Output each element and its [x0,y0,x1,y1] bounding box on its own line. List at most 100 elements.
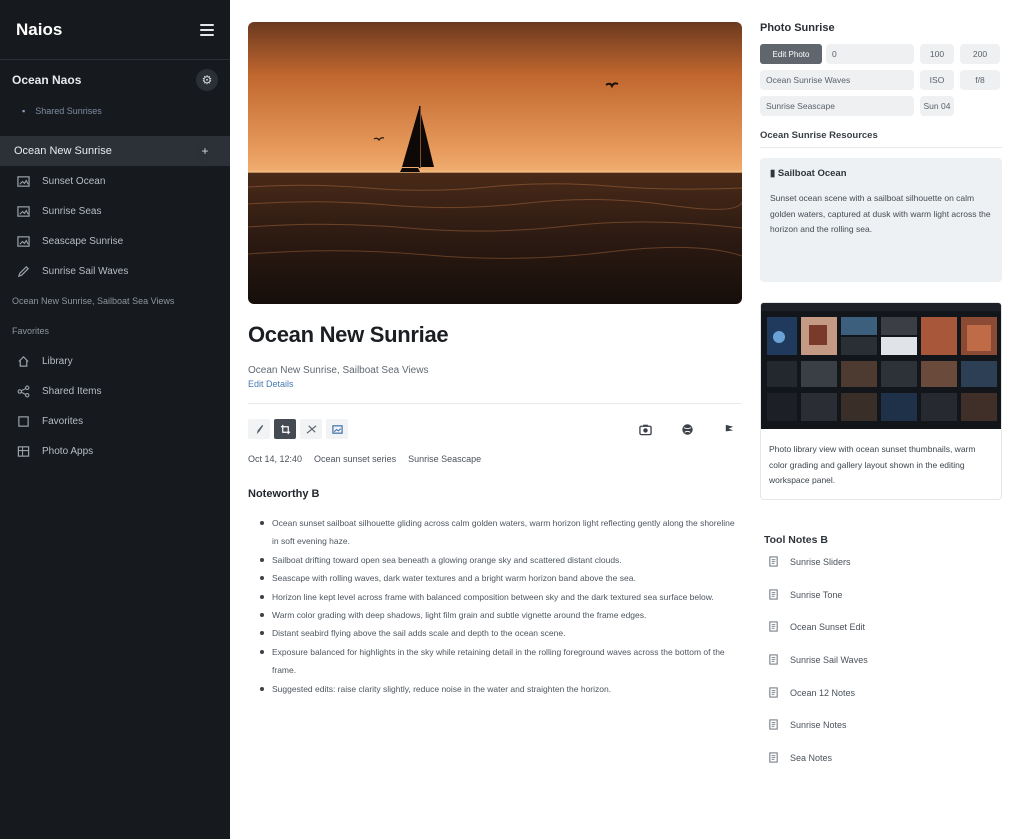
settings-icon[interactable]: ⚙ [196,69,218,91]
doc-icon [768,654,780,666]
list-item: Sailboat drifting toward open sea beneat… [260,551,742,569]
section-sub-label: Shared Sunrises [35,106,102,116]
aperture-chip[interactable]: f/8 [960,70,1000,90]
tool-item[interactable]: Sunrise Sail Waves [760,644,1002,677]
section-label: Ocean Naos [12,73,82,87]
tool-item[interactable]: Sunrise Sliders [760,546,1002,579]
sidebar-header: Naios [0,0,230,60]
square-icon [16,414,30,428]
doc-icon [768,589,780,601]
app-title: Naios [16,19,63,39]
tool-label: Sunrise Notes [790,720,847,731]
panel-heading: Photo Sunrise [760,22,835,34]
stat-date: Oct 14, 12:40 [248,454,303,464]
bookmark-icon: ▮ [770,168,778,179]
sidebar-item-label: Seascape Sunrise [42,235,124,247]
value-field[interactable]: 0 [826,44,914,64]
app-screenshot-thumbnail [761,303,1001,429]
doc-icon [768,621,780,633]
sidebar-item-active[interactable]: Ocean New Sunrise + [0,136,230,166]
sidebar-item-label: Favorites [42,415,84,427]
info-text: Sunset ocean scene with a sailboat silho… [770,193,991,234]
flag-icon[interactable] [722,422,736,436]
sidebar-item-sunrise-sail-waves[interactable]: Sunrise Sail Waves [0,256,230,286]
tool-label: Sunrise Sail Waves [790,655,868,666]
details-panel: Photo Sunrise Edit Photo 0 100 200 Ocean… [760,22,1002,774]
value-chip[interactable]: 200 [960,44,1000,64]
tool-label: Sea Notes [790,752,833,763]
tool-item[interactable]: Ocean Sunset Edit [760,611,1002,644]
photo-stats: Oct 14, 12:40 Ocean sunset series Sunris… [248,454,742,464]
edit-details-link[interactable]: Edit Details [248,379,742,389]
crop-icon[interactable] [274,419,296,439]
doc-icon [768,719,780,731]
tools-heading: Tool Notes B [764,534,828,546]
sidebar-item-sunset-ocean[interactable]: Sunset Ocean [0,166,230,196]
home-icon [16,354,30,368]
tool-item[interactable]: Ocean 12 Notes [760,676,1002,709]
card-text: Photo library view with ocean sunset thu… [769,444,976,485]
sidebar-item-label: Shared Items [42,385,102,397]
section-subtitle[interactable]: ▪ Shared Sunrises [0,100,230,122]
camera-icon[interactable] [638,422,652,436]
sidebar-item-seascape-sunrise[interactable]: Seascape Sunrise [0,226,230,256]
date-chip[interactable]: Sun 04 [920,96,954,116]
doc-icon [768,752,780,764]
sidebar-item-shared-items[interactable]: Shared Items [0,376,230,406]
globe-icon[interactable] [680,422,694,436]
list-item: Horizon line kept level across frame wit… [260,588,742,606]
notes-heading: Noteworthy B [248,488,320,500]
main-content: Ocean New Sunriae Ocean New Sunrise, Sai… [248,22,742,698]
menu-icon[interactable] [200,23,214,36]
iso-chip[interactable]: ISO [920,70,954,90]
list-item: Suggested edits: raise clarity slightly,… [260,680,742,698]
sidebar-section[interactable]: Ocean Naos ⚙ [0,60,230,100]
sidebar-item-label: Sunrise Sail Waves [42,265,129,277]
sidebar-item-label: Library [42,355,73,367]
tool-label: Ocean Sunset Edit [790,622,866,633]
edit-icon [16,264,30,278]
sidebar-item-favorites[interactable]: Favorites [0,406,230,436]
info-heading: ▮ Sailboat Ocean [770,168,992,179]
tool-label: Sunrise Sliders [790,557,851,568]
sidebar-item-library[interactable]: Library [0,346,230,376]
info-heading-label: Sailboat Ocean [777,168,847,179]
value-chip[interactable]: 100 [920,44,954,64]
seascape-field[interactable]: Sunrise Seascape [760,96,914,116]
sidebar-group-label: Ocean New Sunrise, Sailboat Sea Views [12,296,175,306]
list-item: Distant seabird flying above the sail ad… [260,624,742,642]
image-frame-icon[interactable] [326,419,348,439]
image-icon [16,234,30,248]
photo-meta: Ocean New Sunrise, Sailboat Sea Views [248,365,429,376]
info-box: ▮ Sailboat Ocean Sunset ocean scene with… [760,158,1002,282]
divider [248,403,742,404]
sidebar-item-label: Sunset Ocean [42,175,106,187]
active-label: Ocean New Sunrise [14,145,112,157]
hero-photo [248,22,742,304]
tool-label: Ocean 12 Notes [790,687,856,698]
sidebar: Naios Ocean Naos ⚙ ▪ Shared Sunrises Oce… [0,0,230,839]
edit-photo-button[interactable]: Edit Photo [760,44,822,64]
list-item: Warm color grading with deep shadows, li… [260,606,742,624]
resources-heading: Ocean Sunrise Resources [760,130,878,141]
list-item: Exposure balanced for highlights in the … [260,643,742,680]
waves-field[interactable]: Ocean Sunrise Waves [760,70,914,90]
image-icon [16,204,30,218]
image-icon [16,174,30,188]
tool-item[interactable]: Sunrise Tone [760,579,1002,612]
add-icon[interactable]: + [194,140,216,162]
preview-card[interactable]: Photo library view with ocean sunset thu… [760,302,1002,500]
sidebar-item-sunrise-seas[interactable]: Sunrise Seas [0,196,230,226]
list-item: Ocean sunset sailboat silhouette gliding… [260,514,742,551]
sidebar-group2-label: Favorites [12,326,50,336]
stat-series: Ocean sunset series [314,454,397,464]
adjust-icon[interactable] [300,419,322,439]
divider [760,147,1002,148]
page-title: Ocean New Sunriae [248,322,449,347]
sidebar-item-photo-apps[interactable]: Photo Apps [0,436,230,466]
tool-item[interactable]: Sea Notes [760,742,1002,775]
brush-icon[interactable] [248,419,270,439]
tool-item[interactable]: Sunrise Notes [760,709,1002,742]
tool-label: Sunrise Tone [790,589,843,600]
doc-icon [768,687,780,699]
